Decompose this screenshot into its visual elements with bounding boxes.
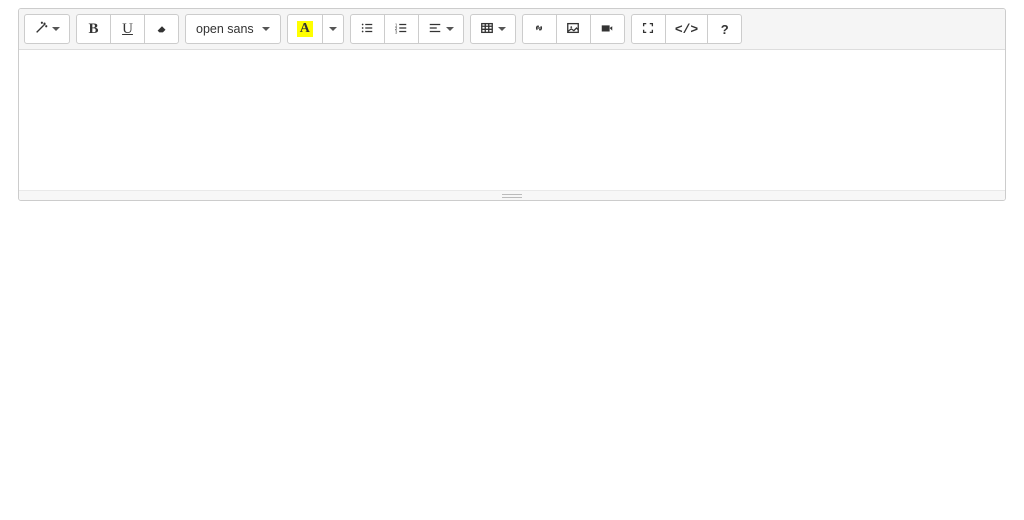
underline-button[interactable]: U (110, 14, 145, 44)
recent-color-button[interactable]: A (287, 14, 323, 44)
paragraph-button[interactable] (418, 14, 464, 44)
style-group (24, 14, 70, 44)
table-group (470, 14, 516, 44)
align-left-icon (428, 21, 442, 38)
bold-label: B (88, 21, 98, 38)
chevron-down-icon (329, 27, 337, 31)
clear-format-button[interactable] (144, 14, 179, 44)
style-button[interactable] (24, 14, 70, 44)
fullscreen-icon (641, 21, 655, 38)
bold-button[interactable]: B (76, 14, 111, 44)
unordered-list-button[interactable] (350, 14, 385, 44)
font-family-group: open sans (185, 14, 281, 44)
codeview-button[interactable]: </> (665, 14, 708, 44)
insert-group (522, 14, 625, 44)
font-family-button[interactable]: open sans (185, 14, 281, 44)
ordered-list-button[interactable]: 123 (384, 14, 419, 44)
help-label: ? (721, 22, 729, 37)
help-button[interactable]: ? (707, 14, 742, 44)
underline-label: U (122, 21, 133, 38)
more-color-button[interactable] (322, 14, 344, 44)
color-group: A (287, 14, 344, 44)
eraser-icon (155, 21, 169, 38)
chevron-down-icon (446, 27, 454, 31)
svg-text:3: 3 (395, 29, 398, 34)
video-button[interactable] (590, 14, 625, 44)
chevron-down-icon (498, 27, 506, 31)
font-style-group: B U (76, 14, 179, 44)
list-ul-icon (360, 21, 374, 38)
resize-handle[interactable] (19, 190, 1005, 200)
table-icon (480, 21, 494, 38)
toolbar: B U open sans A (19, 9, 1005, 50)
codeview-label: </> (675, 22, 698, 37)
chevron-down-icon (262, 27, 270, 31)
link-icon (532, 21, 546, 38)
link-button[interactable] (522, 14, 557, 44)
view-group: </> ? (631, 14, 742, 44)
paragraph-group: 123 (350, 14, 464, 44)
image-icon (566, 21, 580, 38)
magic-wand-icon (34, 21, 48, 38)
list-ol-icon: 123 (394, 21, 408, 38)
color-label: A (297, 21, 313, 37)
table-button[interactable] (470, 14, 516, 44)
fullscreen-button[interactable] (631, 14, 666, 44)
chevron-down-icon (52, 27, 60, 31)
font-family-label: open sans (196, 22, 258, 36)
video-icon (600, 21, 614, 38)
picture-button[interactable] (556, 14, 591, 44)
editor-frame: B U open sans A (18, 8, 1006, 201)
grip-icon (502, 194, 522, 198)
editor-content[interactable] (19, 50, 1005, 190)
